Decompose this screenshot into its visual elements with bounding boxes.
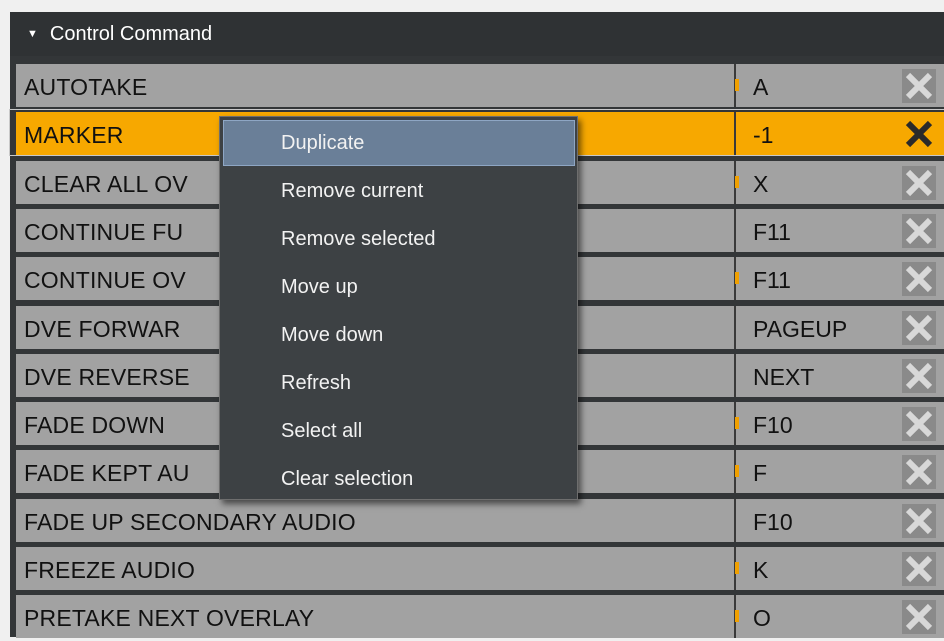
command-name[interactable]: DVE REVERSE (24, 354, 190, 397)
shortcut-key[interactable]: A (753, 64, 768, 107)
delete-close-icon[interactable] (902, 311, 936, 345)
command-name[interactable]: FADE DOWN (24, 402, 165, 445)
modified-marker (735, 272, 739, 284)
menu-item-label: Duplicate (281, 132, 365, 154)
menu-item-remove-current[interactable]: Remove current (220, 168, 577, 214)
menu-item-move-up[interactable]: Move up (220, 264, 577, 310)
command-row[interactable]: FREEZE AUDIO K (16, 547, 944, 590)
delete-close-icon[interactable] (902, 166, 936, 200)
menu-item-label: Select all (281, 420, 363, 442)
shortcut-key[interactable]: NEXT (753, 354, 814, 397)
shortcut-key-cell[interactable]: F10 (734, 499, 892, 542)
shortcut-key-cell[interactable]: PAGEUP (734, 306, 892, 349)
context-menu: Duplicate Remove current Remove selected Mo… (219, 116, 578, 500)
command-name[interactable]: PRETAKE NEXT OVERLAY (24, 595, 314, 638)
command-row[interactable]: PRETAKE NEXT OVERLAY O (16, 595, 944, 638)
shortcut-key[interactable]: O (753, 595, 771, 638)
delete-close-icon[interactable] (902, 504, 936, 538)
shortcut-key-cell[interactable]: K (734, 547, 892, 590)
delete-close-icon[interactable] (902, 214, 936, 248)
command-name[interactable]: FADE KEPT AU (24, 450, 190, 493)
menu-item-label: Remove current (281, 180, 424, 202)
shortcut-key-cell[interactable]: F10 (734, 402, 892, 445)
shortcut-key[interactable]: PAGEUP (753, 306, 847, 349)
shortcut-key[interactable]: F10 (753, 499, 793, 542)
command-name[interactable]: FREEZE AUDIO (24, 547, 195, 590)
delete-close-icon[interactable] (902, 455, 936, 489)
command-row[interactable]: AUTOTAKE A (16, 64, 944, 107)
command-row[interactable]: FADE UP SECONDARY AUDIO F10 (16, 499, 944, 542)
shortcut-key-cell[interactable]: A (734, 64, 892, 107)
modified-marker (735, 176, 739, 188)
panel-header[interactable]: ▼ Control Command (10, 12, 944, 56)
menu-item-refresh[interactable]: Refresh (220, 360, 577, 406)
modified-marker (735, 562, 739, 574)
menu-item-label: Move up (281, 276, 358, 298)
modified-marker (735, 610, 739, 622)
shortcut-key[interactable]: X (753, 161, 768, 204)
collapse-triangle-icon[interactable]: ▼ (27, 28, 38, 40)
shortcut-key[interactable]: F (753, 450, 767, 493)
shortcut-key-cell[interactable]: F (734, 450, 892, 493)
shortcut-key[interactable]: F10 (753, 402, 793, 445)
shortcut-key-cell[interactable]: O (734, 595, 892, 638)
command-name[interactable]: CONTINUE OV (24, 257, 186, 300)
menu-item-label: Clear selection (281, 468, 414, 490)
command-name[interactable]: CONTINUE FU (24, 209, 183, 252)
command-name[interactable]: FADE UP SECONDARY AUDIO (24, 499, 356, 542)
menu-item-label: Move down (281, 324, 384, 346)
command-name[interactable]: AUTOTAKE (24, 64, 147, 107)
delete-close-icon[interactable] (902, 552, 936, 586)
shortcut-key-cell[interactable]: -1 (734, 112, 892, 155)
menu-item-select-all[interactable]: Select all (220, 408, 577, 454)
shortcut-key-cell[interactable]: X (734, 161, 892, 204)
command-name[interactable]: CLEAR ALL OV (24, 161, 188, 204)
shortcut-key[interactable]: -1 (753, 112, 773, 155)
delete-close-icon[interactable] (902, 117, 936, 151)
menu-item-move-down[interactable]: Move down (220, 312, 577, 358)
delete-close-icon[interactable] (902, 600, 936, 634)
shortcut-key-cell[interactable]: F11 (734, 257, 892, 300)
command-name[interactable]: DVE FORWAR (24, 306, 181, 349)
shortcut-key[interactable]: F11 (753, 209, 791, 252)
delete-close-icon[interactable] (902, 407, 936, 441)
delete-close-icon[interactable] (902, 262, 936, 296)
menu-item-clear-selection[interactable]: Clear selection (220, 456, 577, 502)
delete-close-icon[interactable] (902, 69, 936, 103)
modified-marker (735, 465, 739, 477)
shortcut-key[interactable]: F11 (753, 257, 791, 300)
delete-close-icon[interactable] (902, 359, 936, 393)
menu-item-label: Remove selected (281, 228, 436, 250)
modified-marker (735, 79, 739, 91)
menu-item-label: Refresh (281, 372, 352, 394)
panel-title: Control Command (49, 22, 213, 45)
shortcut-key-cell[interactable]: NEXT (734, 354, 892, 397)
menu-item-duplicate[interactable]: Duplicate (223, 120, 575, 166)
menu-item-remove-selected[interactable]: Remove selected (220, 216, 577, 262)
command-name[interactable]: MARKER (24, 112, 124, 155)
shortcut-key[interactable]: K (753, 547, 768, 590)
modified-marker (735, 417, 739, 429)
shortcut-key-cell[interactable]: F11 (734, 209, 892, 252)
